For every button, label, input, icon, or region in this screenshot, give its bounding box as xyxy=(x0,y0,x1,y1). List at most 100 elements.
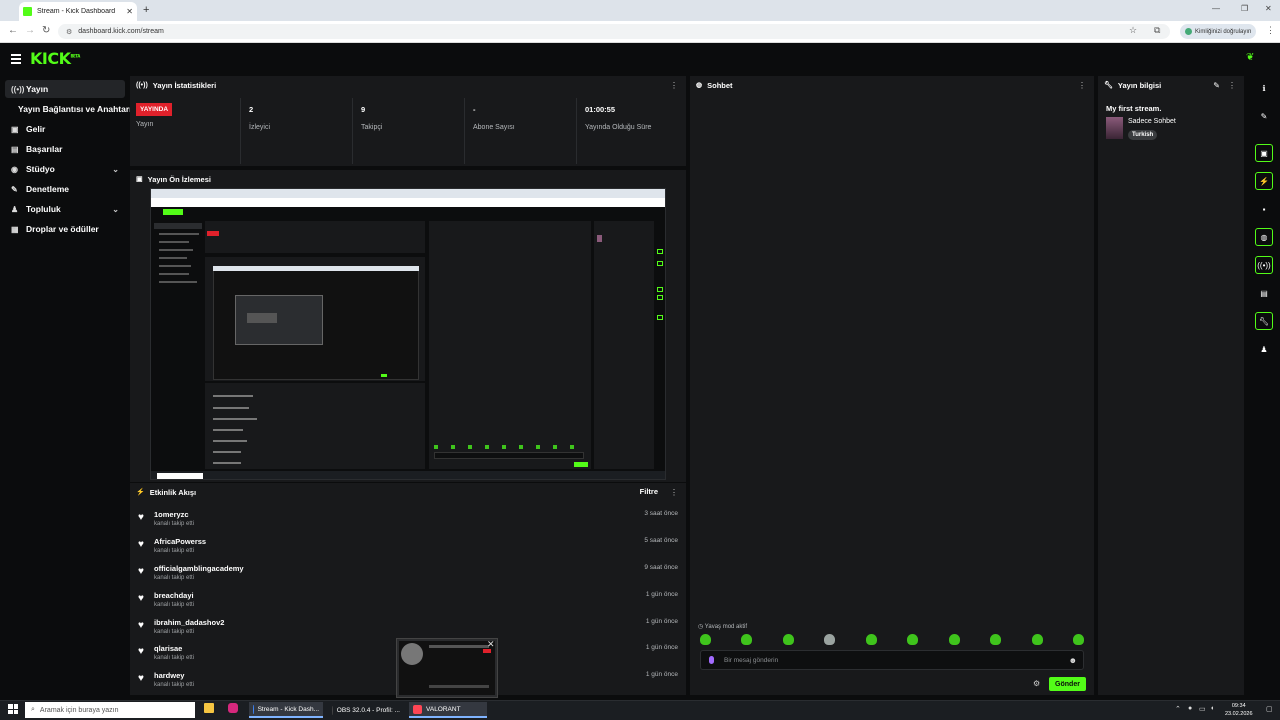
sidebar-item-stream[interactable]: ((•)) Yayın xyxy=(5,80,125,98)
extensions-icon[interactable]: ⧉ xyxy=(1154,25,1160,36)
browser-tab[interactable]: Stream - Kick Dashboard ✕ xyxy=(19,2,137,21)
stream-category[interactable]: Sadece Sohbet xyxy=(1128,118,1176,125)
mod-icon[interactable]: ▪ xyxy=(1255,200,1273,218)
file-explorer-icon[interactable] xyxy=(204,703,214,713)
sidebar-item-label: Droplar ve ödüller xyxy=(26,224,99,234)
more-options-icon[interactable]: ⋮ xyxy=(1078,81,1086,90)
chat-message-input[interactable]: Bir mesaj gönderin ☻ xyxy=(700,650,1084,670)
emote-icon[interactable] xyxy=(741,634,752,645)
tray-chevron-icon[interactable]: ⌃ xyxy=(1175,705,1181,713)
stream-preview-video[interactable] xyxy=(150,188,666,480)
kick-logo[interactable]: KICKBETA xyxy=(30,49,80,68)
more-options-icon[interactable]: ⋮ xyxy=(1228,81,1236,90)
reload-icon[interactable]: ↻ xyxy=(42,25,50,36)
emote-icon[interactable] xyxy=(866,634,877,645)
sidebar-item-stream-key[interactable]: Yayın Bağlantısı ve Anahtarı xyxy=(5,100,132,118)
back-icon[interactable]: ← xyxy=(8,25,18,36)
emote-icon[interactable] xyxy=(700,634,711,645)
users-icon[interactable]: ♟ xyxy=(1255,340,1273,358)
preview-rail-icon xyxy=(657,287,663,292)
mic-tray-icon[interactable]: ● xyxy=(1188,705,1192,712)
chevron-down-icon[interactable]: ⌄ xyxy=(112,205,119,214)
emote-icon[interactable] xyxy=(949,634,960,645)
edit-pencil-icon[interactable]: ✎ xyxy=(1213,81,1220,90)
thumbnail-close-icon[interactable]: ✕ xyxy=(487,639,495,650)
chat-settings-gear-icon[interactable]: ⚙ xyxy=(1033,679,1040,688)
windows-start-icon[interactable] xyxy=(8,704,18,714)
close-tab-icon[interactable]: ✕ xyxy=(126,7,133,16)
taskbar-app-browser[interactable]: Stream - Kick Dash... xyxy=(249,702,323,718)
info-icon[interactable]: ℹ xyxy=(1255,79,1273,97)
activity-user[interactable]: officialgamblingacademy xyxy=(154,564,244,573)
sidebar-item-moderation[interactable]: ✎ Denetleme xyxy=(5,180,125,198)
browser-menu-icon[interactable]: ⋮ xyxy=(1266,25,1275,36)
taskbar-clock[interactable]: 09:34 23.02.2026 xyxy=(1225,702,1253,718)
preview-activity-line xyxy=(213,462,241,464)
preview-sidebar-line xyxy=(159,233,199,235)
panel-header: ◍ Sohbet xyxy=(690,76,1094,94)
url-field[interactable]: ⚙ dashboard.kick.com/stream xyxy=(58,24,1170,39)
app-header xyxy=(0,43,1280,73)
achievements-icon: ▤ xyxy=(11,144,19,154)
profile-button[interactable]: Kimliğinizi doğrulayın xyxy=(1180,24,1256,39)
layers-icon[interactable]: ▤ xyxy=(1255,284,1273,302)
broadcast-toggle-icon[interactable]: ((•)) xyxy=(1255,256,1273,274)
preview-sidebar-line xyxy=(159,241,189,243)
site-info-icon[interactable]: ⚙ xyxy=(66,28,72,36)
emote-icon[interactable] xyxy=(824,634,835,645)
more-options-icon[interactable]: ⋮ xyxy=(670,81,678,90)
panel-title: Yayın Ön İzlemesi xyxy=(147,174,211,184)
preview-toggle-icon[interactable]: ▣ xyxy=(1255,144,1273,162)
activity-user[interactable]: qlarisae xyxy=(154,644,182,653)
activity-user[interactable]: hardwey xyxy=(154,671,184,680)
forward-icon[interactable]: → xyxy=(25,25,35,36)
sidebar-item-achievements[interactable]: ▤ Başarılar xyxy=(5,140,125,158)
more-options-icon[interactable]: ⋮ xyxy=(670,488,678,497)
activity-user[interactable]: breachdayi xyxy=(154,591,194,600)
taskbar-app-valorant[interactable]: VALORANT xyxy=(409,702,487,718)
emote-icon[interactable] xyxy=(990,634,1001,645)
uptime-stat: 01:00:55 Yayında Olduğu Süre xyxy=(576,98,686,164)
sidebar-item-community[interactable]: ♟ Topluluk ⌄ xyxy=(5,200,125,218)
sidebar-item-drops[interactable]: ▦ Droplar ve ödüller xyxy=(5,220,125,238)
taskbar-app-obs[interactable]: OBS 32.0.4 - Profil: ... xyxy=(328,702,404,718)
sidebar-item-label: Gelir xyxy=(26,124,46,134)
notification-icon[interactable]: ▢ xyxy=(1266,705,1273,713)
new-tab-icon[interactable]: + xyxy=(143,4,149,16)
search-icon: ⌕ xyxy=(31,706,35,713)
maximize-icon[interactable]: ❐ xyxy=(1241,4,1248,13)
bookmark-star-icon[interactable]: ☆ xyxy=(1129,25,1137,36)
emote-icon[interactable] xyxy=(1032,634,1043,645)
preview-activity-line xyxy=(213,440,247,442)
window-close-icon[interactable]: ✕ xyxy=(1265,4,1272,13)
activity-user[interactable]: 1omeryzc xyxy=(154,510,189,519)
stat-label: Takipçi xyxy=(361,124,383,131)
emote-icon[interactable] xyxy=(907,634,918,645)
chat-toggle-icon[interactable]: ◍ xyxy=(1255,228,1273,246)
edit-icon[interactable]: ✎ xyxy=(1255,107,1273,125)
moderation-icon: ✎ xyxy=(11,184,18,194)
panel-header: ⚡ Etkinlik Akışı xyxy=(130,483,686,501)
wrench-toggle-icon[interactable]: 🔧︎ xyxy=(1255,312,1273,330)
mic-icon[interactable] xyxy=(709,656,714,664)
minimize-icon[interactable]: — xyxy=(1212,4,1220,13)
sidebar-item-revenue[interactable]: ▣ Gelir xyxy=(5,120,125,138)
instagram-icon[interactable] xyxy=(228,703,238,713)
activity-user[interactable]: AfricaPowerss xyxy=(154,537,206,546)
filter-button[interactable]: Filtre xyxy=(640,487,658,496)
chrome-icon xyxy=(253,704,254,714)
sidebar-item-studio[interactable]: ◉ Stüdyo ⌄ xyxy=(5,160,125,178)
activity-user[interactable]: ibrahim_dadashov2 xyxy=(154,618,224,627)
volume-icon[interactable]: ◖ xyxy=(1210,705,1214,712)
send-button[interactable]: Gönder xyxy=(1049,677,1086,691)
emoji-picker-icon[interactable]: ☻ xyxy=(1069,656,1077,665)
hamburger-menu-icon[interactable] xyxy=(11,54,21,66)
emote-icon[interactable] xyxy=(783,634,794,645)
chevron-down-icon[interactable]: ⌄ xyxy=(112,165,119,174)
emote-icon[interactable] xyxy=(1073,634,1084,645)
network-icon[interactable]: ▭ xyxy=(1199,705,1206,713)
preview-info xyxy=(594,221,654,469)
lightning-icon[interactable]: ⚡ xyxy=(1255,172,1273,190)
taskbar-search-input[interactable]: ⌕ Aramak için buraya yazın xyxy=(25,702,195,718)
user-avatar-icon[interactable]: ❦ xyxy=(1246,52,1254,63)
